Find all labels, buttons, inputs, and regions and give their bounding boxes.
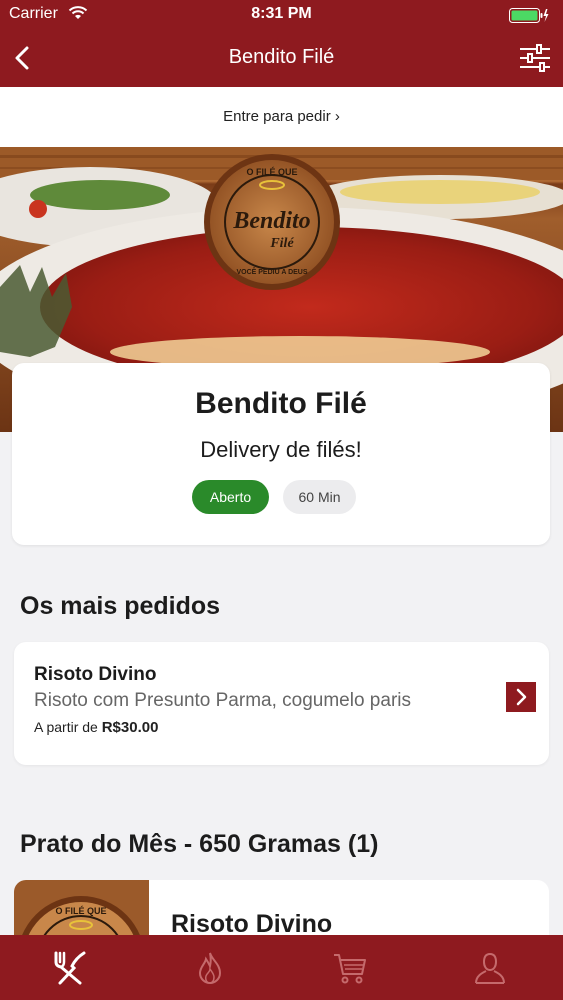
- logo-sub-text: Filé: [269, 236, 294, 251]
- sliders-icon[interactable]: [519, 44, 551, 72]
- fork-knife-icon: [54, 951, 86, 985]
- user-icon: [475, 952, 505, 984]
- login-prompt[interactable]: Entre para pedir ›: [0, 87, 563, 147]
- cart-icon: [334, 954, 366, 984]
- section-title-popular: Os mais pedidos: [20, 592, 221, 620]
- product-description: Risoto com Presunto Parma, cogumelo pari…: [34, 690, 411, 711]
- tab-cart[interactable]: [280, 935, 420, 1000]
- tab-menu[interactable]: [0, 935, 140, 1000]
- tab-profile[interactable]: [420, 935, 560, 1000]
- open-product-button[interactable]: [506, 682, 536, 712]
- product-price: A partir de R$30.00: [34, 719, 158, 736]
- restaurant-name: Bendito Filé: [195, 387, 367, 420]
- nav-bar: Bendito Filé: [0, 30, 563, 87]
- restaurant-tagline: Delivery de filés!: [200, 437, 362, 462]
- page-title: Bendito Filé: [228, 46, 335, 68]
- product-name: Risoto Divino: [34, 664, 157, 685]
- status-badge: Aberto: [192, 480, 269, 514]
- price-value: R$30.00: [101, 719, 159, 736]
- clock: 8:31 PM: [251, 5, 312, 22]
- tab-popular[interactable]: [140, 935, 280, 1000]
- delivery-time-badge: 60 Min: [283, 480, 356, 514]
- thumb-logo-text: O FILÉ QUE: [55, 906, 106, 916]
- product-card[interactable]: Risoto Divino Risoto com Presunto Parma,…: [14, 642, 549, 765]
- restaurant-info-card: Bendito Filé Delivery de filés! Aberto 6…: [12, 363, 550, 545]
- chevron-right-icon: [516, 688, 527, 706]
- battery-icon: [509, 8, 549, 23]
- tab-bar: [0, 935, 563, 1000]
- flame-icon: [198, 952, 222, 985]
- logo-main-text: Bendito: [232, 208, 310, 234]
- logo-top-text: O FILÉ QUE: [246, 167, 297, 177]
- section-title-month: Prato do Mês - 650 Gramas (1): [20, 830, 379, 858]
- price-prefix: A partir de: [34, 719, 98, 735]
- logo-bottom-text: VOCÊ PEDIU A DEUS: [236, 267, 307, 276]
- status-bar: Carrier 8:31 PM: [0, 0, 563, 30]
